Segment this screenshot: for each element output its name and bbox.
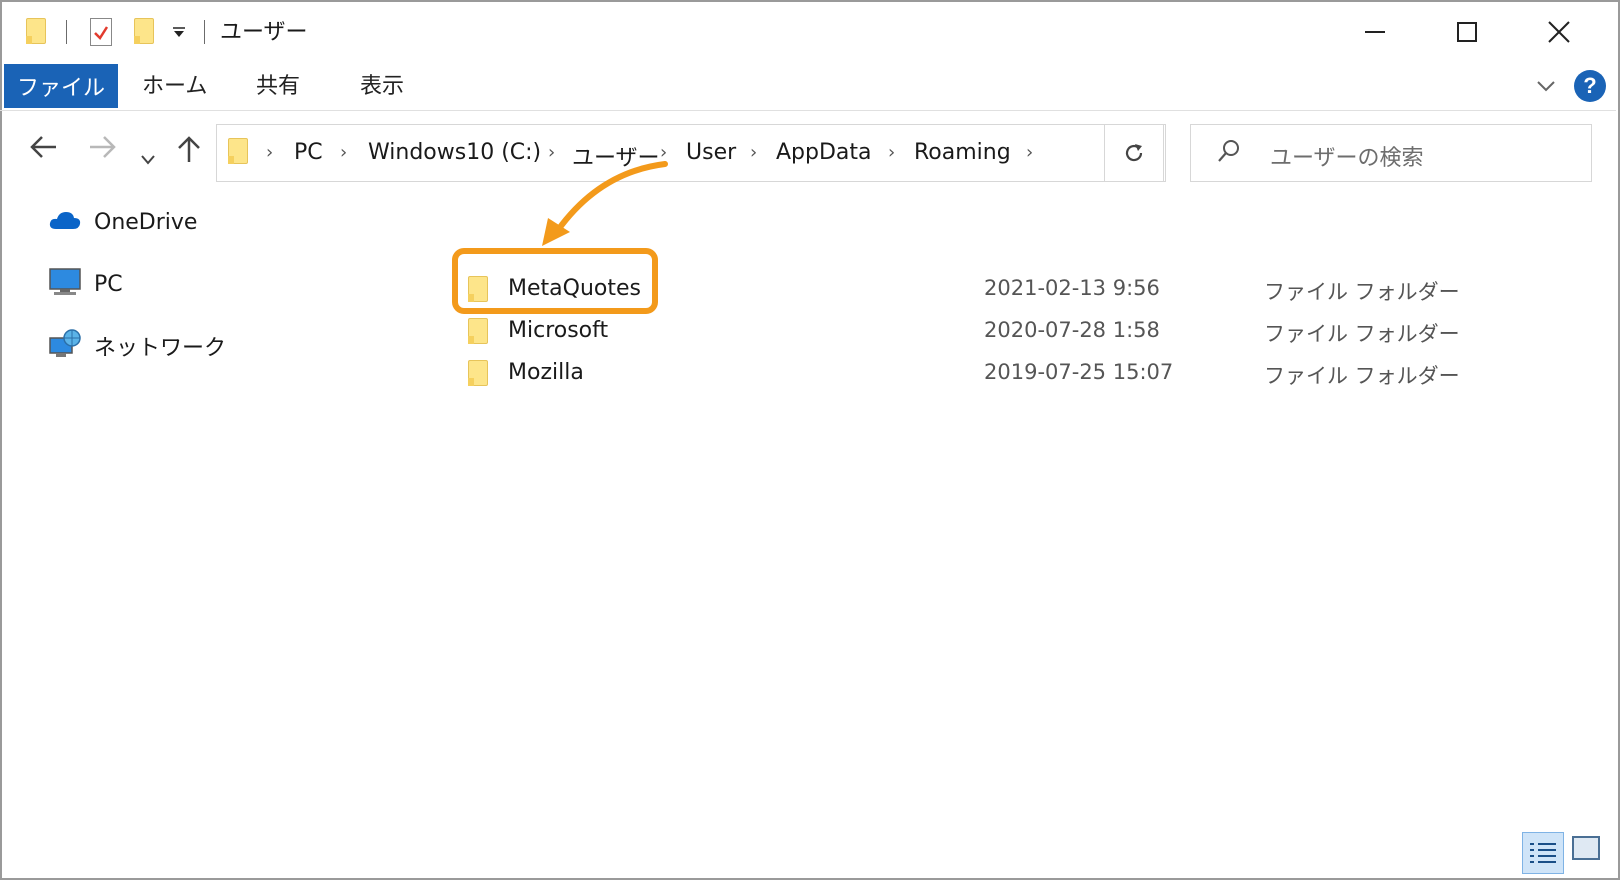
file-name: MetaQuotes: [508, 276, 641, 301]
sidebar-item-label: OneDrive: [94, 209, 198, 235]
file-date: 2020-07-28 1:58: [984, 318, 1160, 342]
breadcrumb-roaming[interactable]: Roaming: [914, 140, 1011, 165]
window-title: ユーザー: [220, 20, 308, 45]
network-icon: [48, 328, 82, 364]
breadcrumb-chevron-icon[interactable]: ›: [1026, 142, 1033, 163]
folder-icon: [468, 360, 488, 386]
large-icons-view-icon[interactable]: [1572, 836, 1600, 860]
sidebar-item-network[interactable]: ネットワーク: [48, 326, 226, 366]
sidebar-item-onedrive[interactable]: OneDrive: [48, 202, 197, 242]
new-folder-icon[interactable]: [134, 18, 154, 44]
breadcrumb-pc[interactable]: PC: [294, 140, 323, 165]
file-row-mozilla[interactable]: Mozilla 2019-07-25 15:07 ファイル フォルダー: [468, 356, 1468, 392]
breadcrumb-chevron-icon[interactable]: ›: [750, 142, 757, 163]
sidebar-item-pc[interactable]: PC: [48, 264, 123, 304]
refresh-icon[interactable]: [1104, 124, 1164, 182]
file-name: Microsoft: [508, 318, 609, 343]
forward-arrow-icon[interactable]: [88, 134, 118, 167]
folder-icon: [468, 276, 488, 302]
breadcrumb-windows10[interactable]: Windows10 (C:): [368, 140, 541, 165]
ribbon-tab-file[interactable]: ファイル: [4, 64, 118, 108]
close-button[interactable]: [1524, 8, 1594, 56]
sidebar-item-label: ネットワーク: [94, 336, 227, 361]
maximize-button[interactable]: [1432, 8, 1502, 56]
ribbon-tab-share[interactable]: 共有: [256, 68, 300, 100]
file-type: ファイル フォルダー: [1264, 322, 1460, 346]
file-row-microsoft[interactable]: Microsoft 2020-07-28 1:58 ファイル フォルダー: [468, 314, 1468, 350]
ribbon-tab-home[interactable]: ホーム: [142, 68, 207, 100]
search-placeholder[interactable]: ユーザーの検索: [1270, 140, 1424, 172]
ribbon-expand-chevron-icon[interactable]: [1536, 78, 1556, 97]
back-arrow-icon[interactable]: [28, 134, 58, 167]
file-row-metaquotes[interactable]: MetaQuotes 2021-02-13 9:56 ファイル フォルダー: [468, 272, 1468, 308]
up-arrow-icon[interactable]: [176, 134, 202, 171]
callout-arrow-icon: [542, 161, 668, 246]
quick-access-folder-icon[interactable]: [26, 18, 46, 44]
recent-locations-chevron-icon[interactable]: [140, 140, 156, 173]
breadcrumb-chevron-icon[interactable]: ›: [888, 142, 895, 163]
quick-access-dropdown-icon[interactable]: [172, 24, 186, 43]
quick-access-separator: [66, 20, 67, 44]
file-date: 2021-02-13 9:56: [984, 276, 1160, 300]
breadcrumb-appdata[interactable]: AppData: [776, 140, 872, 165]
pc-monitor-icon: [48, 267, 82, 301]
onedrive-cloud-icon: [48, 209, 82, 235]
breadcrumb-chevron-icon[interactable]: ›: [340, 142, 347, 163]
folder-icon: [468, 318, 488, 344]
minimize-button[interactable]: [1340, 8, 1410, 56]
sidebar-item-label: PC: [94, 271, 123, 297]
file-date: 2019-07-25 15:07: [984, 360, 1174, 384]
breadcrumb-chevron-icon[interactable]: ›: [266, 142, 273, 163]
details-view-icon[interactable]: [1522, 832, 1564, 874]
properties-icon[interactable]: [90, 18, 112, 46]
file-type: ファイル フォルダー: [1264, 364, 1460, 388]
address-folder-icon: [228, 138, 248, 164]
breadcrumb-user[interactable]: User: [686, 140, 736, 165]
help-icon[interactable]: ?: [1574, 70, 1606, 102]
ribbon-tab-view[interactable]: 表示: [360, 68, 404, 100]
file-type: ファイル フォルダー: [1264, 280, 1460, 304]
title-separator: [204, 20, 205, 44]
file-name: Mozilla: [508, 360, 584, 385]
ribbon-divider: [0, 110, 1616, 111]
search-icon: [1216, 138, 1242, 170]
